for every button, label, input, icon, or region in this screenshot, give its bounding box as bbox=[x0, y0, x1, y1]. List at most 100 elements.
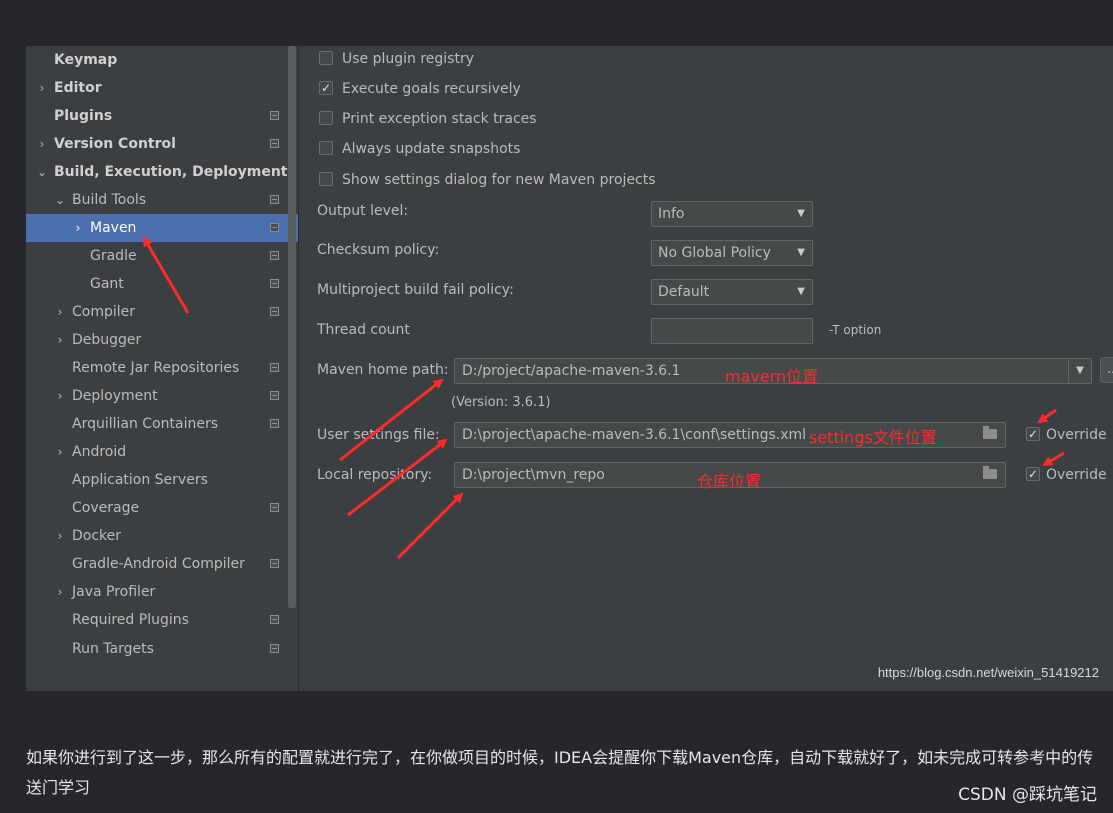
thread-count-label: Thread count bbox=[317, 322, 410, 338]
checkbox-box[interactable] bbox=[319, 141, 333, 155]
project-settings-icon bbox=[270, 363, 279, 372]
checkbox-box[interactable] bbox=[319, 172, 333, 186]
sidebar-item-label: Remote Jar Repositories bbox=[72, 360, 240, 376]
sidebar-item-compiler[interactable]: › Compiler bbox=[26, 298, 298, 326]
settings-dialog-screenshot: Keymap › Editor Plugins › Version Contro… bbox=[26, 46, 1113, 691]
sidebar-item-run-targets[interactable]: Run Targets bbox=[26, 635, 298, 663]
sidebar-item-coverage[interactable]: Coverage bbox=[26, 494, 298, 522]
show-settings-dialog-checkbox[interactable]: Show settings dialog for new Maven proje… bbox=[319, 169, 656, 191]
local-repository-value: D:\project\mvn_repo bbox=[462, 467, 605, 483]
sidebar-item-label: Coverage bbox=[72, 500, 140, 516]
sidebar-item-build-tools[interactable]: ⌄ Build Tools bbox=[26, 186, 298, 214]
project-settings-icon bbox=[270, 307, 279, 316]
checkbox-label: Override bbox=[1046, 427, 1107, 443]
chevron-right-icon[interactable]: › bbox=[36, 130, 48, 158]
sidebar-item-editor[interactable]: › Editor bbox=[26, 74, 298, 102]
checkbox-label: Show settings dialog for new Maven proje… bbox=[342, 172, 656, 188]
thread-count-hint: -T option bbox=[829, 323, 882, 337]
folder-icon[interactable] bbox=[983, 426, 997, 439]
sidebar-item-debugger[interactable]: › Debugger bbox=[26, 326, 298, 354]
user-settings-value: D:\project\apache-maven-3.6.1\conf\setti… bbox=[462, 427, 807, 443]
chevron-right-icon[interactable]: › bbox=[36, 74, 48, 102]
local-repository-label: Local repository: bbox=[317, 467, 433, 483]
fail-policy-select[interactable]: Default ▼ bbox=[651, 279, 813, 305]
maven-version-text: (Version: 3.6.1) bbox=[451, 395, 551, 410]
chevron-right-icon[interactable]: › bbox=[72, 214, 84, 242]
chevron-down-icon: ▼ bbox=[797, 286, 805, 297]
execute-goals-recursively-checkbox[interactable]: Execute goals recursively bbox=[319, 77, 521, 100]
sidebar-item-keymap[interactable]: Keymap bbox=[26, 46, 298, 74]
sidebar-item-build-execution-deployment[interactable]: ⌄ Build, Execution, Deployment bbox=[26, 158, 298, 186]
checksum-policy-select[interactable]: No Global Policy ▼ bbox=[651, 240, 813, 266]
sidebar-item-android[interactable]: › Android bbox=[26, 438, 298, 466]
checkbox-label: Always update snapshots bbox=[342, 141, 521, 157]
sidebar-item-label: Editor bbox=[54, 80, 102, 96]
sidebar-item-label: Arquillian Containers bbox=[72, 416, 219, 432]
sidebar-item-label: Gant bbox=[90, 276, 124, 292]
sidebar-item-application-servers[interactable]: Application Servers bbox=[26, 466, 298, 494]
checksum-policy-value: No Global Policy bbox=[658, 245, 771, 261]
project-settings-icon bbox=[270, 195, 279, 204]
chevron-right-icon[interactable]: › bbox=[54, 326, 66, 354]
sidebar-item-gradle[interactable]: Gradle bbox=[26, 242, 298, 270]
checkbox-label: Use plugin registry bbox=[342, 51, 475, 67]
chevron-down-icon: ▼ bbox=[797, 247, 805, 258]
sidebar-item-maven[interactable]: › Maven bbox=[26, 214, 298, 242]
user-settings-override-checkbox[interactable]: Override bbox=[1026, 423, 1107, 446]
checkbox-box[interactable] bbox=[319, 51, 333, 65]
chevron-down-icon[interactable]: ⌄ bbox=[54, 186, 66, 214]
project-settings-icon bbox=[270, 559, 279, 568]
sidebar-item-version-control[interactable]: › Version Control bbox=[26, 130, 298, 158]
browse-maven-home-button[interactable]: ... bbox=[1100, 357, 1113, 383]
annotation-maven-home: mavern位置 bbox=[725, 367, 819, 386]
checkbox-box[interactable] bbox=[1026, 463, 1040, 485]
sidebar-item-label: Version Control bbox=[54, 136, 176, 152]
fail-policy-label: Multiproject build fail policy: bbox=[317, 282, 514, 298]
checksum-policy-label: Checksum policy: bbox=[317, 242, 440, 258]
project-settings-icon bbox=[270, 391, 279, 400]
sidebar-item-label: Gradle-Android Compiler bbox=[72, 556, 245, 572]
sidebar-item-label: Keymap bbox=[54, 52, 118, 68]
sidebar-item-label: Compiler bbox=[72, 304, 136, 320]
chevron-down-icon[interactable]: ▼ bbox=[1068, 359, 1091, 383]
output-level-select[interactable]: Info ▼ bbox=[651, 201, 813, 227]
checkbox-label: Override bbox=[1046, 467, 1107, 483]
sidebar-item-arquillian-containers[interactable]: Arquillian Containers bbox=[26, 410, 298, 438]
sidebar-item-label: Plugins bbox=[54, 108, 113, 124]
chevron-right-icon[interactable]: › bbox=[54, 298, 66, 326]
sidebar-item-gant[interactable]: Gant bbox=[26, 270, 298, 298]
chevron-down-icon[interactable]: ⌄ bbox=[36, 158, 48, 186]
sidebar-item-remote-jar-repositories[interactable]: Remote Jar Repositories bbox=[26, 354, 298, 382]
checkbox-box[interactable] bbox=[1026, 423, 1040, 445]
always-update-snapshots-checkbox[interactable]: Always update snapshots bbox=[319, 138, 520, 160]
maven-home-path-label: Maven home path: bbox=[317, 362, 449, 378]
output-level-label: Output level: bbox=[317, 203, 409, 219]
print-exception-stack-traces-checkbox[interactable]: Print exception stack traces bbox=[319, 108, 537, 130]
sidebar-item-java-profiler[interactable]: › Java Profiler bbox=[26, 578, 298, 606]
chevron-right-icon[interactable]: › bbox=[54, 522, 66, 550]
sidebar-item-docker[interactable]: › Docker bbox=[26, 522, 298, 550]
folder-icon[interactable] bbox=[983, 466, 997, 479]
sidebar-item-label: Build Tools bbox=[72, 192, 147, 208]
use-plugin-registry-checkbox[interactable]: Use plugin registry bbox=[319, 48, 474, 70]
chevron-right-icon[interactable]: › bbox=[54, 382, 66, 410]
sidebar-item-plugins[interactable]: Plugins bbox=[26, 102, 298, 130]
maven-home-path-value: D:/project/apache-maven-3.6.1 bbox=[462, 363, 681, 379]
sidebar-item-label: Build, Execution, Deployment bbox=[54, 164, 288, 180]
project-settings-icon bbox=[270, 111, 279, 120]
sidebar-scrollbar[interactable] bbox=[288, 46, 296, 608]
annotation-repo: 仓库位置 bbox=[697, 472, 762, 491]
sidebar-item-required-plugins[interactable]: Required Plugins bbox=[26, 606, 298, 634]
chevron-right-icon[interactable]: › bbox=[54, 578, 66, 606]
sidebar-item-deployment[interactable]: › Deployment bbox=[26, 382, 298, 410]
project-settings-icon bbox=[270, 223, 279, 232]
chevron-right-icon[interactable]: › bbox=[54, 438, 66, 466]
sidebar-item-gradle-android-compiler[interactable]: Gradle-Android Compiler bbox=[26, 550, 298, 578]
project-settings-icon bbox=[270, 419, 279, 428]
local-repo-override-checkbox[interactable]: Override bbox=[1026, 463, 1107, 486]
sidebar-item-label: Gradle bbox=[90, 248, 137, 264]
checkbox-box[interactable] bbox=[319, 77, 333, 99]
project-settings-icon bbox=[270, 139, 279, 148]
checkbox-box[interactable] bbox=[319, 111, 333, 125]
thread-count-input[interactable] bbox=[651, 318, 813, 344]
